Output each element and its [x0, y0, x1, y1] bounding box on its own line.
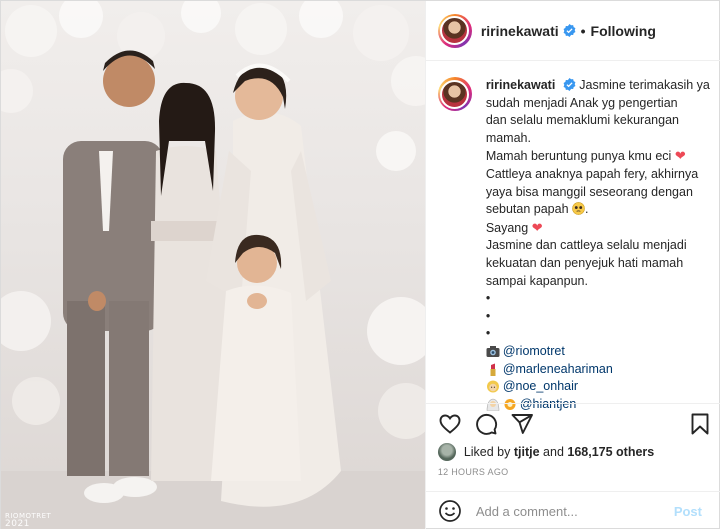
following-button[interactable]: Following [591, 23, 656, 39]
caption-text-line: yaya bisa manggil seseorang dengan [485, 184, 693, 199]
credit-row: @riomotret [486, 343, 710, 361]
caption-text-line: dan selalu memaklumi kekurangan [485, 113, 679, 128]
emoji-icon[interactable] [438, 499, 462, 523]
comment-input[interactable] [475, 503, 666, 519]
likes-middle: and [543, 445, 564, 459]
caption-text-line: Jasmine terimakasih ya [579, 78, 710, 92]
heart-icon[interactable] [438, 412, 462, 436]
verified-badge-icon [563, 78, 576, 91]
caption-text-line: sebutan papah [485, 202, 569, 217]
lipstick-icon [490, 363, 496, 376]
caption-text-line: mamah. [485, 130, 531, 145]
post-header: ririnekawati • Following [425, 1, 720, 61]
camera-icon [486, 346, 500, 358]
credit-mention[interactable]: @noe_onhair [503, 378, 578, 396]
post-comment-button[interactable]: Post [674, 504, 702, 519]
liker-username[interactable]: tjitje [514, 445, 540, 459]
hair-icon [486, 380, 499, 393]
instagram-post: RIOMOTRET 2021 ririnekawati • Following … [0, 0, 720, 529]
photo-watermark: RIOMOTRET 2021 [5, 512, 51, 529]
watermark-year: 2021 [5, 519, 30, 529]
credit-mention[interactable]: @riomotret [503, 343, 565, 361]
red-heart-icon: ❤ [531, 219, 543, 235]
post-sidebar: ririnekawati • Following ririnekawati Ja… [424, 1, 720, 529]
post-caption: ririnekawati Jasmine terimakasih ya suda… [437, 77, 714, 413]
caption-text-line: Sayang [485, 220, 529, 235]
bookmark-icon[interactable] [688, 412, 712, 436]
header-separator: • [580, 22, 586, 39]
credit-row: @noe_onhair [486, 378, 710, 396]
caption-bullet: • [485, 291, 491, 306]
caption-line: ririnekawati Jasmine terimakasih ya [486, 77, 710, 95]
caption-text-line: Mamah beruntung punya kmu eci [485, 149, 672, 164]
comment-icon[interactable] [474, 412, 498, 436]
post-timestamp[interactable]: 12 HOURS AGO [438, 467, 509, 477]
caption-text-line: Jasmine dan cattleya selalu menjadi [485, 238, 687, 253]
credit-row: @marleneahariman [486, 361, 710, 379]
caption-period: . [585, 202, 589, 217]
likes-summary: Liked by tjitje and 168,175 others [437, 443, 654, 461]
header-username[interactable]: ririnekawati [481, 23, 559, 39]
profile-avatar[interactable] [437, 13, 472, 48]
family-photo-illustration [1, 1, 425, 529]
avatar-image [440, 79, 470, 109]
share-icon[interactable] [510, 412, 534, 436]
caption-line: sebutan papah . [486, 201, 710, 219]
likes-prefix: Liked by [463, 445, 511, 459]
liker-avatar[interactable] [437, 443, 456, 461]
pleading-face-icon [572, 202, 585, 215]
caption-text-line: Cattleya anaknya papah fery, akhirnya [485, 166, 699, 181]
caption-username[interactable]: ririnekawati [486, 78, 555, 92]
caption-line: Mamah beruntung punya kmu eci ❤ [486, 147, 710, 166]
caption-text-line: kekuatan dan penyejuk hati mamah [485, 255, 684, 270]
caption-text: ririnekawati Jasmine terimakasih ya suda… [486, 77, 710, 413]
verified-badge-icon [563, 24, 576, 37]
red-heart-icon: ❤ [674, 148, 686, 164]
action-bar [425, 403, 720, 436]
caption-avatar[interactable] [437, 77, 472, 111]
avatar-image [440, 16, 470, 45]
caption-text-line: sudah menjadi Anak yg pengertian [485, 95, 678, 110]
post-photo[interactable]: RIOMOTRET 2021 [1, 1, 425, 529]
likes-count[interactable]: 168,175 others [567, 445, 654, 459]
caption-bullet: • [485, 326, 491, 341]
comment-bar: Post [425, 491, 720, 529]
caption-text-line: sampai kapanpun. [485, 273, 588, 288]
credit-mention[interactable]: @marleneahariman [503, 361, 613, 379]
caption-line: Sayang ❤ [486, 219, 710, 238]
caption-bullet: • [485, 308, 491, 323]
